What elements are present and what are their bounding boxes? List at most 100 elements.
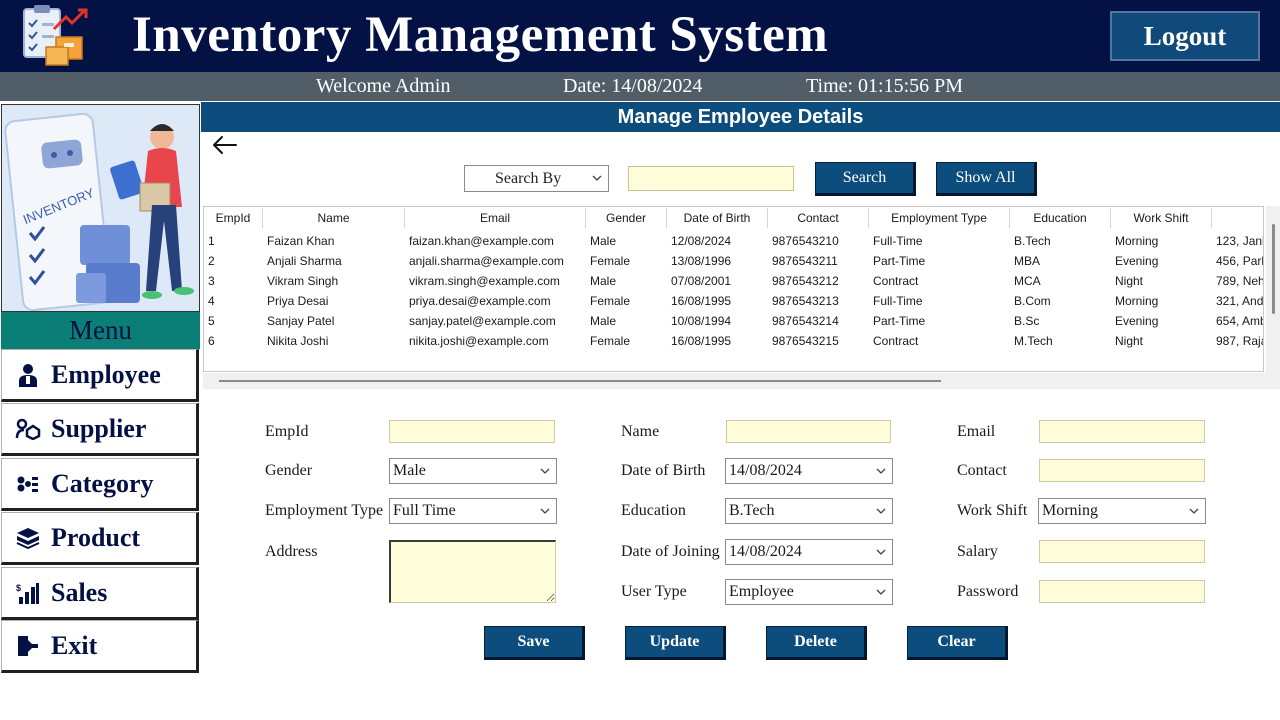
doj-label: Date of Joining xyxy=(621,543,720,560)
column-header[interactable]: Employment Type xyxy=(869,208,1010,228)
table-cell: 9876543213 xyxy=(772,294,839,308)
password-label: Password xyxy=(957,583,1019,600)
password-field[interactable] xyxy=(1039,580,1205,603)
table-vertical-scrollbar[interactable] xyxy=(1266,206,1280,388)
column-header[interactable]: Name xyxy=(263,208,405,228)
back-arrow-icon[interactable] xyxy=(211,133,239,157)
table-row[interactable]: 3 Vikram Singh vikram.singh@example.com … xyxy=(204,271,1263,291)
education-select[interactable]: B.Tech xyxy=(725,498,893,524)
table-cell: 3 xyxy=(208,274,215,288)
table-cell: 5 xyxy=(208,314,215,328)
column-header[interactable] xyxy=(1212,208,1263,228)
table-cell: B.Com xyxy=(1014,294,1051,308)
name-label: Name xyxy=(621,423,660,440)
scrollbar-thumb[interactable] xyxy=(219,380,941,382)
search-by-select[interactable]: Search By xyxy=(464,165,609,192)
sidebar-item-exit[interactable]: Exit xyxy=(1,620,199,673)
column-header[interactable]: EmpId xyxy=(204,208,263,228)
table-cell: Part-Time xyxy=(873,314,926,328)
svg-text:$: $ xyxy=(16,583,21,593)
clear-button[interactable]: Clear xyxy=(907,626,1008,660)
date-text: Date: 14/08/2024 xyxy=(563,75,703,97)
table-row[interactable]: 1 Faizan Khan faizan.khan@example.com Ma… xyxy=(204,231,1264,251)
table-row[interactable]: 4 Priya Desai priya.desai@example.com Fe… xyxy=(204,291,1263,311)
show-all-button[interactable]: Show All xyxy=(936,162,1037,196)
dob-picker[interactable]: 14/08/2024 xyxy=(725,458,893,484)
empid-label: EmpId xyxy=(265,423,309,440)
logout-button[interactable]: Logout xyxy=(1110,11,1260,61)
employee-table[interactable]: EmpId Name Email Gender Date of Birth Co… xyxy=(203,206,1264,372)
table-cell: 10/08/1994 xyxy=(671,314,732,328)
sidebar-item-category[interactable]: Category xyxy=(1,458,199,511)
gender-select[interactable]: Male xyxy=(389,458,557,484)
work-shift-label: Work Shift xyxy=(957,502,1028,519)
column-header[interactable]: Education xyxy=(1010,208,1111,228)
sidebar-item-product[interactable]: Product xyxy=(1,512,199,565)
education-value: B.Tech xyxy=(729,502,775,519)
user-type-label: User Type xyxy=(621,583,687,600)
chevron-down-icon xyxy=(876,589,886,595)
table-cell: sanjay.patel@example.com xyxy=(409,314,556,328)
time-text: Time: 01:15:56 PM xyxy=(806,75,964,97)
doj-value: 14/08/2024 xyxy=(729,543,802,560)
table-cell: 16/08/1995 xyxy=(671,334,732,348)
doj-picker[interactable]: 14/08/2024 xyxy=(725,539,893,565)
chevron-down-icon xyxy=(1189,508,1199,514)
search-button[interactable]: Search xyxy=(815,162,916,196)
dob-value: 14/08/2024 xyxy=(729,462,802,479)
education-label: Education xyxy=(621,502,686,519)
table-cell: B.Tech xyxy=(1014,234,1051,248)
column-header[interactable]: Contact xyxy=(768,208,869,228)
empid-field[interactable] xyxy=(389,420,555,443)
app-title: Inventory Management System xyxy=(132,7,829,63)
column-header[interactable]: Gender xyxy=(586,208,667,228)
column-header[interactable]: Work Shift xyxy=(1111,208,1212,228)
salary-field[interactable] xyxy=(1039,540,1205,563)
table-cell: 4 xyxy=(208,294,215,308)
sidebar-item-sales[interactable]: $ Sales xyxy=(1,567,199,620)
address-textarea[interactable] xyxy=(389,540,556,603)
table-row[interactable]: 5 Sanjay Patel sanjay.patel@example.com … xyxy=(204,311,1263,331)
name-field[interactable] xyxy=(726,420,891,443)
section-title: Manage Employee Details xyxy=(201,102,1280,132)
table-cell: 2 xyxy=(208,254,215,268)
contact-field[interactable] xyxy=(1039,459,1205,482)
table-cell: Full-Time xyxy=(873,234,923,248)
delete-button[interactable]: Delete xyxy=(766,626,867,660)
table-cell: Contract xyxy=(873,334,919,348)
user-type-select[interactable]: Employee xyxy=(725,579,893,605)
table-cell: Morning xyxy=(1115,234,1159,248)
table-horizontal-scrollbar[interactable] xyxy=(203,373,1280,389)
cube-icon xyxy=(15,525,41,551)
user-icon xyxy=(15,362,41,388)
column-header[interactable]: Email xyxy=(405,208,586,228)
table-row[interactable]: 6 Nikita Joshi nikita.joshi@example.com … xyxy=(204,331,1263,351)
user-type-value: Employee xyxy=(729,583,794,600)
sidebar-item-label: Sales xyxy=(51,577,108,607)
gender-value: Male xyxy=(393,462,426,479)
sidebar-item-supplier[interactable]: Supplier xyxy=(1,403,199,456)
scrollbar-thumb[interactable] xyxy=(1272,224,1275,314)
table-header-row: EmpId Name Email Gender Date of Birth Co… xyxy=(204,208,1263,228)
email-field[interactable] xyxy=(1039,420,1205,443)
column-header[interactable]: Date of Birth xyxy=(667,208,768,228)
table-cell: Male xyxy=(590,314,617,328)
table-cell: Part-Time xyxy=(873,254,926,268)
table-cell: Full-Time xyxy=(873,294,923,308)
update-button[interactable]: Update xyxy=(625,626,726,660)
table-cell: 13/08/1996 xyxy=(671,254,732,268)
save-button[interactable]: Save xyxy=(484,626,585,660)
table-cell: 12/08/2024 xyxy=(671,234,732,248)
search-input[interactable] xyxy=(628,166,794,191)
table-cell: 456, Park xyxy=(1216,254,1264,268)
app-header: Inventory Management System Logout xyxy=(0,0,1280,72)
work-shift-select[interactable]: Morning xyxy=(1038,498,1206,524)
table-cell: Evening xyxy=(1115,254,1159,268)
employment-type-select[interactable]: Full Time xyxy=(389,498,557,524)
table-row[interactable]: 2 Anjali Sharma anjali.sharma@example.co… xyxy=(204,251,1264,271)
chevron-down-icon xyxy=(540,468,550,474)
table-cell: Male xyxy=(590,234,617,248)
bar-chart-icon: $ xyxy=(15,580,41,606)
sidebar-item-employee[interactable]: Employee xyxy=(1,349,199,402)
table-cell: 123, Jank xyxy=(1216,234,1264,248)
